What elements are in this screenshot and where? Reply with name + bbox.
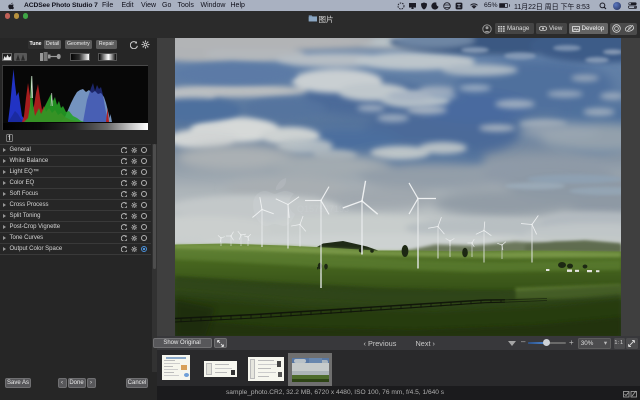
svg-text:Q157537193: Q157537193 xyxy=(297,204,349,214)
